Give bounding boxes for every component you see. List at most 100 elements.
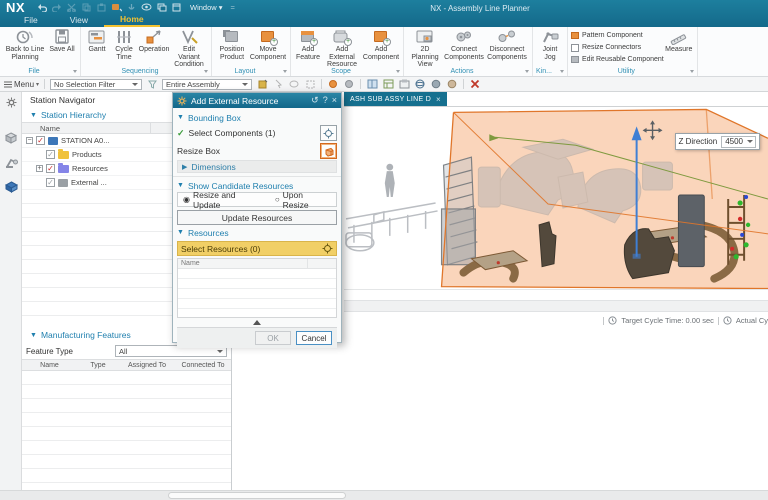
edit-variant-condition-button[interactable]: Edit Variant Condition [170, 28, 208, 70]
selection-filter-dropdown[interactable]: No Selection Filter [50, 78, 143, 90]
radio-resize-and-update[interactable]: ◉ Resize and Update [183, 190, 265, 210]
cycle-time-button[interactable]: Cycle Time [110, 28, 138, 62]
copy-icon[interactable] [81, 2, 92, 12]
ribbon-group-file: Back to Line Planning Save All File [0, 27, 81, 76]
filter-icon[interactable] [146, 79, 158, 90]
select-tool-icon[interactable] [272, 79, 284, 90]
menu-button[interactable]: Menu ▾ [4, 80, 39, 89]
sphere-view-icon[interactable] [414, 79, 426, 90]
position-product-button[interactable]: Position Product [215, 28, 249, 62]
cycle-time-status: Target Cycle Time: 0.00 sec Actual Cy [344, 312, 768, 325]
tab-file[interactable]: File [8, 13, 54, 27]
command-finder-icon[interactable] [111, 2, 122, 12]
expand-expander-icon[interactable]: + [36, 165, 43, 172]
z-direction-dropdown[interactable]: 4500 [721, 135, 756, 148]
navigator-gear-icon[interactable] [3, 94, 19, 110]
add-component-button[interactable]: Add Component [362, 28, 400, 62]
group-dialog-launcher[interactable] [396, 70, 400, 73]
edit-reusable-component-button[interactable]: Edit Reusable Component [571, 54, 664, 65]
window-cascade-icon[interactable] [156, 2, 167, 12]
cut-icon[interactable] [66, 2, 77, 12]
shaded-view-icon[interactable] [343, 79, 355, 90]
update-resources-button[interactable]: Update Resources [177, 210, 337, 225]
collapse-expander-icon[interactable]: − [26, 137, 33, 144]
close-icon[interactable]: × [332, 96, 337, 105]
undo-icon[interactable] [36, 2, 47, 12]
3d-scene[interactable]: Z Direction 4500 [344, 107, 768, 290]
group-dialog-launcher[interactable] [204, 70, 208, 73]
reset-icon[interactable]: ↺ [311, 96, 319, 105]
lasso-icon[interactable] [288, 79, 300, 90]
horizontal-scrollbar[interactable] [0, 490, 768, 500]
group-dialog-launcher[interactable] [689, 70, 694, 73]
group-dialog-launcher[interactable] [73, 70, 77, 73]
resize-connectors-checkbox[interactable] [571, 43, 579, 52]
clock-icon [723, 316, 732, 325]
scope-dropdown[interactable]: Entire Assembly [162, 78, 253, 90]
group-dialog-launcher[interactable] [283, 70, 287, 73]
add-external-resource-dialog: Add External Resource ↺ ? × ▼ Bounding B… [172, 92, 342, 348]
redo-icon[interactable] [51, 2, 62, 12]
measure-icon [669, 29, 689, 46]
paste-icon[interactable] [96, 2, 107, 12]
snap-point-icon[interactable] [256, 79, 268, 90]
resize-mode-radio-group: ◉ Resize and Update ○ Upon Resize [177, 190, 337, 210]
scrollbar-thumb[interactable] [168, 492, 346, 499]
2d-planning-view-button[interactable]: 2D Planning View [407, 28, 443, 70]
resources-section[interactable]: ▼ Resources [177, 226, 337, 239]
no-snap-icon[interactable] [469, 79, 481, 90]
tab-view[interactable]: View [54, 13, 104, 27]
select-components-button[interactable] [320, 125, 337, 141]
help-icon[interactable]: ? [323, 96, 328, 105]
dialog-title-bar[interactable]: Add External Resource ↺ ? × [173, 93, 341, 108]
view-manager-icon[interactable] [382, 79, 394, 90]
joint-jog-button[interactable]: Joint Jog [536, 28, 564, 62]
back-to-line-planning-button[interactable]: Back to Line Planning [3, 28, 47, 62]
layer-settings-icon[interactable] [398, 79, 410, 90]
add-external-resource-button[interactable]: Add External Resource [322, 28, 362, 70]
dialog-collapse-handle[interactable] [177, 318, 337, 327]
touch-mode-icon[interactable] [126, 2, 137, 12]
add-feature-button[interactable]: Add Feature [294, 28, 322, 62]
highlight-icon[interactable] [327, 79, 339, 90]
window-menu[interactable]: Window ▾ [190, 3, 222, 12]
pattern-component-button[interactable]: Pattern Component [571, 30, 664, 41]
connect-components-button[interactable]: Connect Components [443, 28, 485, 62]
checkbox-checked[interactable]: ✓ [36, 136, 45, 145]
ok-button[interactable]: OK [255, 331, 291, 345]
group-dialog-launcher[interactable] [525, 70, 529, 73]
qat-customize-icon[interactable]: = [230, 3, 234, 12]
checkbox-checked[interactable]: ✓ [46, 150, 55, 159]
robot-navigator-icon[interactable] [3, 154, 19, 170]
window-layout-icon[interactable] [366, 79, 378, 90]
close-icon[interactable]: × [436, 95, 441, 104]
checkbox-checked[interactable]: ✓ [46, 178, 55, 187]
checkbox-checked[interactable]: ✓ [46, 164, 55, 173]
resize-connectors-toggle[interactable]: Resize Connectors [571, 42, 664, 53]
tab-wash-sub-assy-line[interactable]: ASH SUB ASSY LINE D × [344, 92, 448, 106]
chevron-down-icon [132, 82, 139, 86]
box-select-icon[interactable] [304, 79, 316, 90]
disconnect-components-button[interactable]: Disconnect Components [485, 28, 529, 62]
cancel-button[interactable]: Cancel [296, 331, 332, 345]
select-resources-bar[interactable]: Select Resources (0) [177, 241, 337, 256]
window-icon[interactable] [171, 2, 182, 12]
assembly-navigator-icon[interactable] [3, 130, 19, 146]
dimensions-expander[interactable]: ▶ Dimensions [177, 160, 337, 173]
show-hide-icon[interactable] [141, 2, 152, 12]
bounding-box-section[interactable]: ▼ Bounding Box [177, 111, 337, 124]
operation-button[interactable]: Operation [138, 28, 170, 55]
tab-home[interactable]: Home [103, 13, 160, 27]
station-navigator-icon[interactable] [3, 179, 19, 195]
group-dialog-launcher[interactable] [560, 70, 564, 73]
move-component-button[interactable]: Move Component [249, 28, 287, 62]
section-collapse-icon: ▼ [177, 229, 184, 236]
save-all-button[interactable]: Save All [47, 28, 77, 55]
true-shading-icon[interactable] [446, 79, 458, 90]
radio-upon-resize[interactable]: ○ Upon Resize [275, 190, 331, 210]
resize-box-button[interactable] [320, 143, 337, 159]
gantt-button[interactable]: Gantt [84, 28, 110, 55]
render-style-icon[interactable] [430, 79, 442, 90]
z-direction-control: Z Direction 4500 [674, 133, 760, 150]
measure-button[interactable]: Measure [664, 28, 694, 55]
